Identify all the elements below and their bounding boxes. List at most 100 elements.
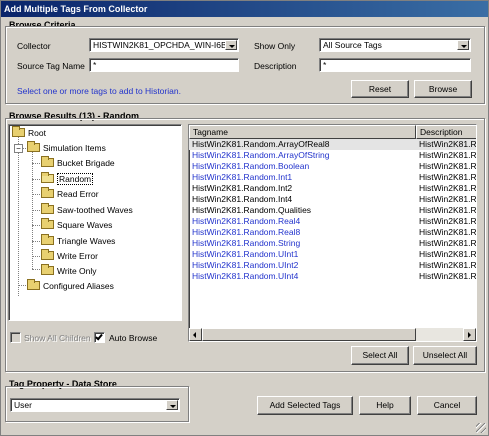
tree-node-label: Write Only <box>57 266 97 276</box>
description-cell: HistWin2K81.R <box>419 216 477 226</box>
add-selected-tags-button[interactable]: Add Selected Tags <box>257 396 353 415</box>
tagname-cell: HistWin2K81.Random.UInt4 <box>192 271 299 281</box>
tree-node-configured-aliases[interactable]: Configured Aliases <box>27 279 114 293</box>
tree-node-label: Bucket Brigade <box>57 158 115 168</box>
tagname-cell: HistWin2K81.Random.Int4 <box>192 194 293 204</box>
description-cell: HistWin2K81.R <box>419 150 477 160</box>
tagname-cell: HistWin2K81.Random.ArrayOfString <box>192 150 330 160</box>
tagname-cell: HistWin2K81.Random.Real4 <box>192 216 301 226</box>
tree-node-bucket-brigade[interactable]: Bucket Brigade <box>41 156 115 170</box>
collector-select[interactable]: HISTWIN2K81_OPCHDA_WIN-I6B\ <box>89 38 239 52</box>
browse-button[interactable]: Browse <box>414 80 472 98</box>
description-cell: HistWin2K81.R <box>419 172 477 182</box>
tagname-cell: HistWin2K81.Random.ArrayOfReal8 <box>192 139 330 149</box>
show-all-children-label: Show All Children <box>24 333 91 343</box>
scroll-left-icon[interactable] <box>189 328 202 341</box>
folder-icon <box>41 187 54 199</box>
collector-label: Collector <box>17 41 51 51</box>
folder-icon <box>41 234 54 246</box>
tag-row[interactable]: HistWin2K81.Random.ArrayOfString HistWin2… <box>189 150 476 161</box>
tree-node-label: Square Waves <box>57 220 113 230</box>
data-store-value: User <box>14 400 32 410</box>
description-cell: HistWin2K81.R <box>419 260 477 270</box>
folder-icon <box>27 141 40 153</box>
tag-row[interactable]: HistWin2K81.Random.ArrayOfReal8 HistWin2K… <box>189 139 476 150</box>
folder-icon <box>41 218 54 230</box>
tree-node-simulation-items[interactable]: Simulation Items <box>27 141 106 155</box>
tagname-cell: HistWin2K81.Random.UInt2 <box>192 260 299 270</box>
description-cell: HistWin2K81.R <box>419 249 477 259</box>
description-input[interactable]: * <box>319 58 471 72</box>
description-cell: HistWin2K81.R <box>419 227 477 237</box>
scroll-thumb[interactable] <box>202 328 416 341</box>
tag-list[interactable]: Tagname Description HistWin2K81.Random.A… <box>188 124 477 342</box>
tree-node-square-waves[interactable]: Square Waves <box>41 218 113 232</box>
tag-row[interactable]: HistWin2K81.Random.Int1 HistWin2K81.R <box>189 172 476 183</box>
tagname-cell: HistWin2K81.Random.String <box>192 238 301 248</box>
description-cell: HistWin2K81.R <box>419 205 477 215</box>
tree-node-label: Write Error <box>57 251 98 261</box>
tag-row[interactable]: HistWin2K81.Random.UInt1 HistWin2K81.R <box>189 249 476 260</box>
tree-node-triangle-waves[interactable]: Triangle Waves <box>41 234 116 248</box>
tree-node-read-error[interactable]: Read Error <box>41 187 99 201</box>
tag-tree[interactable]: Root − Simulation Items Bucket Brigade R… <box>8 124 182 321</box>
tree-node-write-only[interactable]: Write Only <box>41 264 97 278</box>
tag-row[interactable]: HistWin2K81.Random.Real4 HistWin2K81.R <box>189 216 476 227</box>
folder-icon <box>12 126 25 138</box>
column-header-description[interactable]: Description <box>416 125 476 139</box>
folder-icon <box>41 249 54 261</box>
window-title: Add Multiple Tags From Collector <box>4 4 148 14</box>
auto-browse-checkbox[interactable] <box>94 332 105 343</box>
open-folder-icon <box>41 172 54 184</box>
tagname-cell: HistWin2K81.Random.Boolean <box>192 161 310 171</box>
data-store-select[interactable]: User <box>10 398 180 412</box>
resize-grip-icon[interactable] <box>476 423 486 433</box>
tagname-cell: HistWin2K81.Random.Real8 <box>192 227 301 237</box>
tag-row[interactable]: HistWin2K81.Random.Qualities HistWin2K81.… <box>189 205 476 216</box>
description-cell: HistWin2K81.R <box>419 161 477 171</box>
tree-node-label: Saw-toothed Waves <box>57 205 133 215</box>
tag-row[interactable]: HistWin2K81.Random.Int4 HistWin2K81.R <box>189 194 476 205</box>
description-cell: HistWin2K81.R <box>419 194 477 204</box>
tag-row[interactable]: HistWin2K81.Random.Boolean HistWin2K81.R <box>189 161 476 172</box>
folder-icon <box>41 156 54 168</box>
hint-text: Select one or more tags to add to Histor… <box>17 86 181 96</box>
show-all-children-checkbox[interactable] <box>10 332 21 343</box>
tagname-cell: HistWin2K81.Random.UInt1 <box>192 249 299 259</box>
folder-icon <box>27 279 40 291</box>
collector-dropdown-icon[interactable] <box>225 40 237 50</box>
tree-node-saw-toothed-waves[interactable]: Saw-toothed Waves <box>41 203 133 217</box>
tag-row[interactable]: HistWin2K81.Random.String HistWin2K81.R <box>189 238 476 249</box>
column-header-tagname[interactable]: Tagname <box>189 125 416 139</box>
source-tag-name-input[interactable]: * <box>89 58 239 72</box>
cancel-button[interactable]: Cancel <box>417 396 477 415</box>
data-store-dropdown-icon[interactable] <box>166 400 178 410</box>
tag-row[interactable]: HistWin2K81.Random.UInt2 HistWin2K81.R <box>189 260 476 271</box>
title-bar[interactable]: Add Multiple Tags From Collector <box>1 1 488 17</box>
show-only-select[interactable]: All Source Tags <box>319 38 471 52</box>
folder-icon <box>41 264 54 276</box>
show-only-label: Show Only <box>254 41 296 51</box>
help-button[interactable]: Help <box>359 396 411 415</box>
scroll-right-icon[interactable] <box>463 328 476 341</box>
description-cell: HistWin2K81.R <box>419 271 477 281</box>
reset-button[interactable]: Reset <box>351 80 409 98</box>
tree-node-write-error[interactable]: Write Error <box>41 249 98 263</box>
source-tag-name-value: * <box>93 60 97 70</box>
tag-row[interactable]: HistWin2K81.Random.UInt4 HistWin2K81.R <box>189 271 476 282</box>
auto-browse-label: Auto Browse <box>109 333 158 343</box>
checkmark-icon <box>95 332 103 341</box>
collapse-icon[interactable]: − <box>14 144 23 153</box>
tag-row[interactable]: HistWin2K81.Random.Int2 HistWin2K81.R <box>189 183 476 194</box>
select-all-button[interactable]: Select All <box>351 346 409 365</box>
show-only-dropdown-icon[interactable] <box>457 40 469 50</box>
tagname-cell: HistWin2K81.Random.Qualities <box>192 205 312 215</box>
tree-node-root[interactable]: Root <box>12 126 46 140</box>
unselect-all-button[interactable]: Unselect All <box>413 346 477 365</box>
tree-node-label: Read Error <box>57 189 99 199</box>
tree-node-random[interactable]: Random <box>41 172 94 186</box>
horizontal-scrollbar[interactable] <box>189 328 476 341</box>
tag-row[interactable]: HistWin2K81.Random.Real8 HistWin2K81.R <box>189 227 476 238</box>
tree-node-label: Triangle Waves <box>57 236 116 246</box>
folder-icon <box>41 203 54 215</box>
